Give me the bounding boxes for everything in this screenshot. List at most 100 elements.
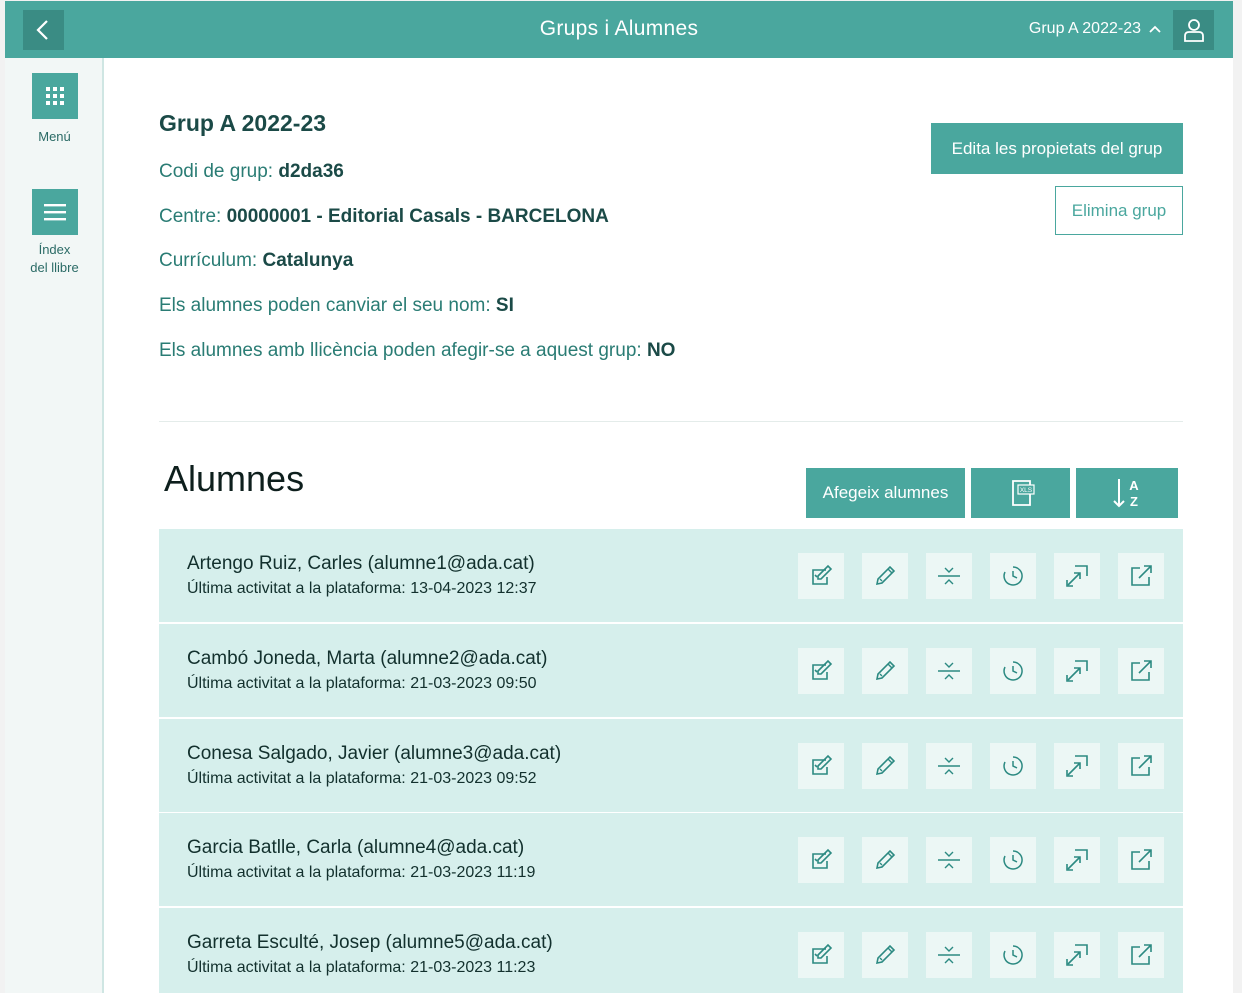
sort-az-icon: A Z <box>1113 478 1139 509</box>
history-clock-icon <box>1003 566 1023 586</box>
student-last-activity: Última activitat a la plataforma: 21-03-… <box>187 769 537 787</box>
rename-permission-line: Els alumnes poden canviar el seu nom: SI <box>159 295 514 317</box>
expand-collapse-button[interactable] <box>926 932 972 979</box>
section-divider <box>159 421 1183 422</box>
svg-text:Z: Z <box>1130 494 1138 509</box>
user-profile-button[interactable] <box>1173 10 1214 50</box>
expand-collapse-button[interactable] <box>926 647 972 694</box>
student-last-activity: Última activitat a la plataforma: 21-03-… <box>187 864 536 882</box>
expand-collapse-button[interactable] <box>926 742 972 789</box>
center-label: Centre: <box>159 206 227 227</box>
expand-collapse-icon <box>938 946 960 964</box>
delete-group-button[interactable]: Elimina grup <box>1055 186 1183 235</box>
open-student-button[interactable] <box>1118 647 1164 694</box>
curriculum-value: Catalunya <box>262 250 354 271</box>
assign-task-button[interactable] <box>798 647 844 694</box>
rename-permission-label: Els alumnes poden canviar el seu nom: <box>159 295 496 316</box>
sidebar-item-book-index[interactable]: Índex del llibre <box>5 189 104 277</box>
sidebar-item-menu[interactable]: Menú <box>5 73 104 146</box>
history-clock-icon <box>1003 755 1023 776</box>
student-last-activity: Última activitat a la plataforma: 21-03-… <box>187 959 536 977</box>
svg-text:A: A <box>1129 478 1139 493</box>
student-name: Garreta Esculté, Josep (alumne5@ada.cat) <box>187 932 553 954</box>
rename-student-button[interactable] <box>862 553 908 599</box>
external-link-icon <box>1131 944 1152 965</box>
expand-collapse-icon <box>938 757 960 775</box>
open-student-button[interactable] <box>1118 837 1164 884</box>
assign-task-button[interactable] <box>798 742 844 789</box>
expand-collapse-button[interactable] <box>926 837 972 884</box>
activity-history-button[interactable] <box>990 742 1036 789</box>
student-row: Garcia Batlle, Carla (alumne4@ada.cat) Ú… <box>159 813 1183 908</box>
center-value: 00000001 - Editorial Casals - BARCELONA <box>226 206 609 227</box>
assign-task-button[interactable] <box>798 932 844 979</box>
student-name: Conesa Salgado, Javier (alumne3@ada.cat) <box>187 742 562 764</box>
expand-collapse-icon <box>938 851 960 869</box>
rename-student-button[interactable] <box>862 932 908 979</box>
sidebar: Menú Índex del llibre <box>5 58 104 993</box>
open-student-button[interactable] <box>1118 932 1164 979</box>
edit-group-button[interactable]: Edita les propietats del grup <box>931 123 1183 174</box>
sidebar-item-index-label-2: del llibre <box>30 260 79 275</box>
pencil-icon <box>875 850 896 870</box>
rename-student-button[interactable] <box>862 742 908 789</box>
export-xls-button[interactable]: XLS <box>971 468 1070 518</box>
sidebar-item-menu-label: Menú <box>38 129 71 144</box>
rename-student-button[interactable] <box>862 647 908 694</box>
move-out-icon <box>1066 754 1088 777</box>
open-student-button[interactable] <box>1118 742 1164 789</box>
assign-task-button[interactable] <box>798 837 844 884</box>
student-name: Garcia Batlle, Carla (alumne4@ada.cat) <box>187 837 525 859</box>
expand-collapse-button[interactable] <box>926 553 972 599</box>
edit-square-icon <box>812 849 833 870</box>
activity-history-button[interactable] <box>990 647 1036 694</box>
group-selector[interactable]: Grup A 2022-23 <box>1029 20 1161 38</box>
move-out-icon <box>1066 565 1088 587</box>
pencil-icon <box>875 660 896 680</box>
add-students-button[interactable]: Afegeix alumnes <box>806 468 965 518</box>
curriculum-label: Currículum: <box>159 250 263 271</box>
external-link-icon <box>1131 849 1152 871</box>
history-clock-icon <box>1003 945 1023 965</box>
back-button[interactable] <box>23 10 64 50</box>
student-actions <box>798 932 1164 979</box>
join-permission-value: NO <box>646 340 676 361</box>
external-link-icon <box>1131 754 1152 776</box>
sort-az-button[interactable]: A Z <box>1076 468 1178 518</box>
move-student-button[interactable] <box>1054 647 1100 694</box>
move-student-button[interactable] <box>1054 932 1100 979</box>
external-link-icon <box>1131 659 1152 681</box>
edit-square-icon <box>812 754 833 775</box>
expand-collapse-icon <box>938 662 960 680</box>
history-clock-icon <box>1003 661 1023 681</box>
svg-text:XLS: XLS <box>1019 487 1032 494</box>
assign-task-button[interactable] <box>798 553 844 599</box>
move-student-button[interactable] <box>1054 837 1100 884</box>
top-bar: Grups i Alumnes Grup A 2022-23 <box>5 1 1233 58</box>
rename-permission-value: SI <box>495 295 514 316</box>
group-code-label: Codi de grup: <box>159 161 279 182</box>
grid-icon <box>31 73 78 119</box>
group-code-value: d2da36 <box>278 161 344 182</box>
chevron-up-icon <box>1149 25 1161 33</box>
students-section-title: Alumnes <box>164 458 305 499</box>
move-student-button[interactable] <box>1054 742 1100 789</box>
edit-square-icon <box>812 659 833 680</box>
expand-collapse-icon <box>938 567 960 585</box>
move-student-button[interactable] <box>1054 553 1100 599</box>
center-line: Centre: 00000001 - Editorial Casals - BA… <box>159 206 609 228</box>
rename-student-button[interactable] <box>862 837 908 884</box>
student-row: Cambó Joneda, Marta (alumne2@ada.cat) Úl… <box>159 623 1183 718</box>
group-code-line: Codi de grup: d2da36 <box>159 161 344 183</box>
pencil-icon <box>875 945 896 965</box>
app-frame: Grups i Alumnes Grup A 2022-23 Menú Índe… <box>0 0 1242 993</box>
sidebar-item-index-label-1: Índex <box>38 242 71 257</box>
student-name: Cambó Joneda, Marta (alumne2@ada.cat) <box>187 647 548 669</box>
student-actions <box>798 837 1164 884</box>
activity-history-button[interactable] <box>990 553 1036 599</box>
activity-history-button[interactable] <box>990 837 1036 884</box>
join-permission-label: Els alumnes amb llicència poden afegir-s… <box>159 340 647 361</box>
open-student-button[interactable] <box>1118 553 1164 599</box>
activity-history-button[interactable] <box>990 932 1036 979</box>
user-icon <box>1183 19 1204 42</box>
